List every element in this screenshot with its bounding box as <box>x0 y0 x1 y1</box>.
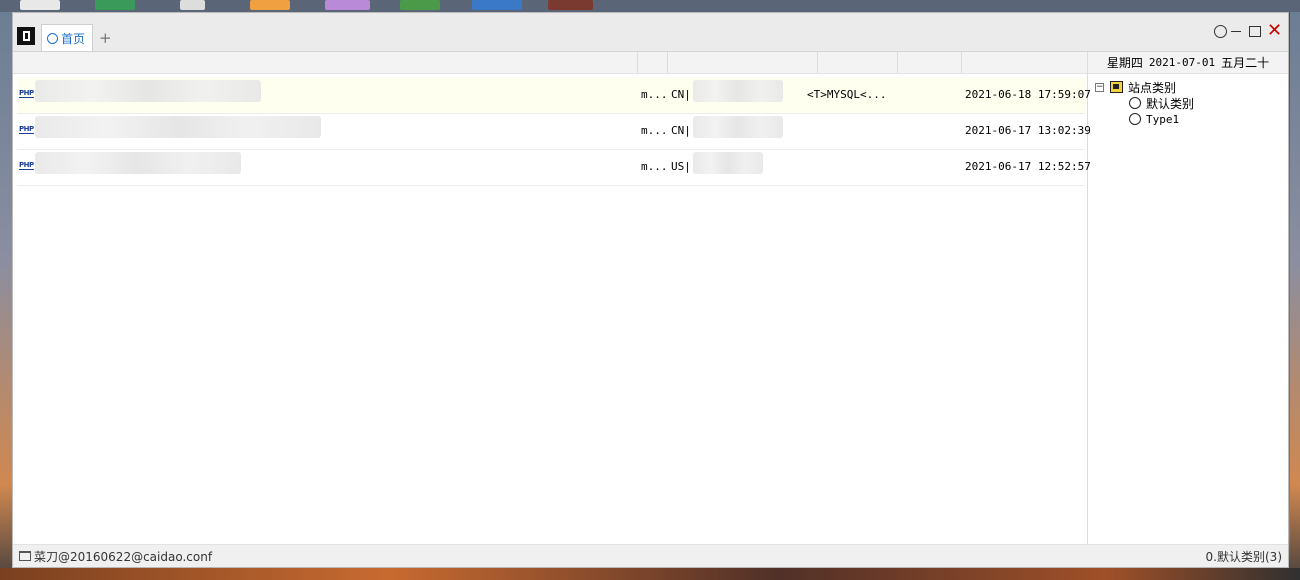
desktop-right-strip <box>1290 12 1300 568</box>
desktop-left-strip <box>0 12 12 568</box>
timestamp: 2021-06-18 17:59:07 <box>965 88 1091 101</box>
column-divider[interactable] <box>897 52 898 73</box>
redacted-ip <box>693 152 763 174</box>
list-item[interactable]: PHP m... CN| <T>MYSQL<... 2021-06-18 17:… <box>17 78 1091 114</box>
php-icon: PHP <box>19 161 34 170</box>
desktop-icon <box>20 0 60 10</box>
desktop-icon <box>548 0 593 10</box>
list-item[interactable]: PHP m... US| 2021-06-17 12:52:57 <box>17 150 1091 186</box>
category-count: 0.默认类别(3) <box>1205 549 1282 564</box>
redacted-url <box>35 116 321 138</box>
close-button[interactable]: ✕ <box>1267 20 1282 41</box>
column-divider[interactable] <box>637 52 638 73</box>
tree-root-node[interactable]: − 站点类别 <box>1095 79 1194 95</box>
note-text: <T>MYSQL<... <box>807 88 887 101</box>
desktop-bottom-strip <box>0 568 1300 580</box>
status-bar: 菜刀@20160622@caidao.conf 0.默认类别(3) <box>13 544 1288 567</box>
column-divider[interactable] <box>667 52 668 73</box>
tab-home[interactable]: 首页 <box>41 24 93 51</box>
app-logo-icon <box>17 27 35 45</box>
desktop-icon <box>325 0 370 10</box>
lunar-date-label: 五月二十 <box>1221 56 1270 70</box>
weekday-label: 星期四 <box>1106 56 1143 70</box>
minimize-button[interactable] <box>1231 31 1241 32</box>
circle-window-button[interactable] <box>1214 25 1227 38</box>
category-node-icon <box>1129 113 1141 125</box>
category-node-icon <box>1129 97 1141 109</box>
window-icon <box>19 551 31 561</box>
php-icon: PHP <box>19 125 34 134</box>
column-divider[interactable] <box>961 52 962 73</box>
desktop-icon <box>180 0 205 10</box>
tree-item-default[interactable]: 默认类别 <box>1129 95 1194 111</box>
date-label: 2021-07-01 <box>1148 56 1216 69</box>
timestamp: 2021-06-17 12:52:57 <box>965 160 1091 173</box>
redacted-url <box>35 152 241 174</box>
add-tab-button[interactable]: + <box>99 29 112 47</box>
redacted-url <box>35 80 261 102</box>
redacted-ip <box>693 80 783 102</box>
desktop-icon <box>400 0 440 10</box>
category-tree: − 站点类别 默认类别 Type1 <box>1095 79 1194 127</box>
app-window: 首页 + ✕ 星期四 2021-07-01 五月二十 PHP m... CN| … <box>12 12 1289 568</box>
collapse-toggle-icon[interactable]: − <box>1095 82 1104 92</box>
date-bar: 星期四 2021-07-01 五月二十 <box>1088 52 1288 74</box>
script-type: m... <box>641 88 668 101</box>
ip-location: US| <box>671 160 691 173</box>
status-config: 菜刀@20160622@caidao.conf <box>19 548 212 565</box>
tree-root-label: 站点类别 <box>1128 80 1177 95</box>
script-type: m... <box>641 124 668 137</box>
desktop-icon <box>95 0 135 10</box>
tree-item-label: 默认类别 <box>1146 96 1195 111</box>
category-folder-icon <box>1110 81 1123 93</box>
home-tab-icon <box>47 32 58 44</box>
column-divider[interactable] <box>817 52 818 73</box>
script-type: m... <box>641 160 668 173</box>
redacted-ip <box>693 116 783 138</box>
maximize-button[interactable] <box>1249 26 1261 37</box>
tree-item-label: Type1 <box>1146 112 1180 126</box>
php-icon: PHP <box>19 89 34 98</box>
ip-location: CN| <box>671 124 691 137</box>
site-list: PHP m... CN| <T>MYSQL<... 2021-06-18 17:… <box>17 78 1091 186</box>
ip-location: CN| <box>671 88 691 101</box>
list-header <box>13 52 1087 74</box>
config-file-label: 菜刀@20160622@caidao.conf <box>34 549 213 564</box>
list-item[interactable]: PHP m... CN| 2021-06-17 13:02:39 <box>17 114 1091 150</box>
desktop-icon <box>472 0 522 10</box>
timestamp: 2021-06-17 13:02:39 <box>965 124 1091 137</box>
desktop-icon <box>250 0 290 10</box>
tree-item-type1[interactable]: Type1 <box>1129 111 1194 127</box>
tab-label: 首页 <box>61 31 86 46</box>
title-bar: 首页 + ✕ <box>13 13 1288 52</box>
desktop-top-strip <box>0 0 1300 12</box>
